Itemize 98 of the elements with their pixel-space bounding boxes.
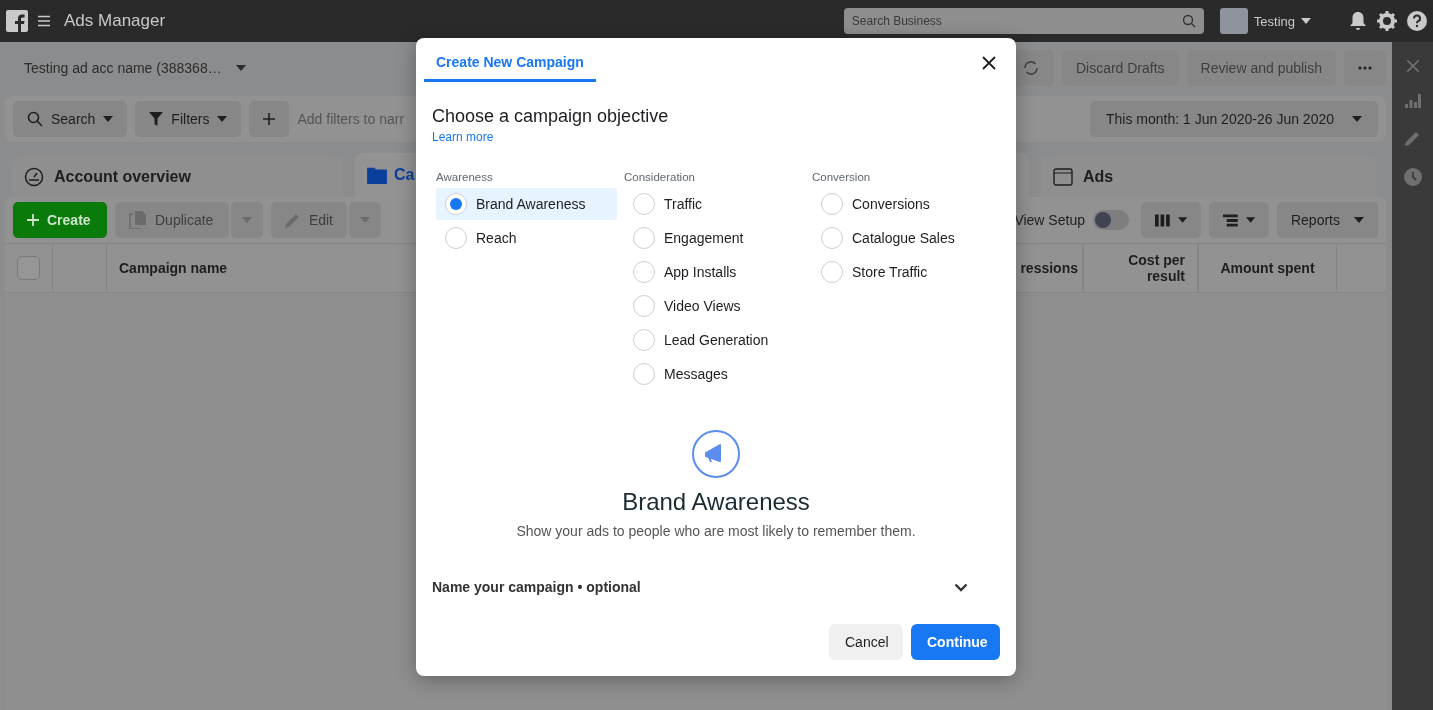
radio-button[interactable] <box>821 227 843 249</box>
breakdown-icon <box>1222 213 1238 227</box>
objective-option[interactable]: Catalogue Sales <box>812 222 993 254</box>
duplicate-button[interactable]: Duplicate <box>115 202 229 238</box>
gauge-icon <box>24 167 44 187</box>
plus-icon <box>263 113 276 125</box>
close-icon[interactable] <box>1406 60 1419 72</box>
column-header[interactable]: ressions <box>1020 260 1078 276</box>
help-icon[interactable] <box>1407 11 1427 31</box>
objective-option[interactable]: Engagement <box>624 222 805 254</box>
dropdown-button[interactable] <box>231 202 263 238</box>
action-button[interactable]: Review and publish <box>1186 50 1336 86</box>
objective-option[interactable]: Reach <box>436 222 617 254</box>
window-icon <box>1053 168 1073 186</box>
caret-icon <box>1354 217 1364 223</box>
bar-chart-icon[interactable] <box>1404 94 1421 108</box>
learn-more-link[interactable]: Learn more <box>432 130 494 144</box>
add-filter-button[interactable] <box>249 101 290 137</box>
search-button[interactable]: Search <box>13 101 128 137</box>
caret-icon <box>360 217 370 223</box>
copy-icon <box>129 211 147 229</box>
settings-icon[interactable] <box>1377 11 1397 31</box>
dropdown-button[interactable] <box>349 202 381 238</box>
radio-button[interactable] <box>445 227 467 249</box>
objective-option[interactable]: Video Views <box>624 290 805 322</box>
dialog-heading: Choose a campaign objective <box>432 106 670 127</box>
cancel-button[interactable]: Cancel <box>829 624 903 660</box>
radio-button[interactable] <box>821 261 843 283</box>
search-field[interactable]: Search Business <box>843 8 1204 34</box>
date-range-button[interactable]: This month: 1 Jun 2020-26 Jun 2020 <box>1089 101 1378 137</box>
group-title: Consideration <box>624 171 696 183</box>
objective-option[interactable]: Brand Awareness <box>436 188 617 220</box>
folder-icon <box>367 166 387 184</box>
column-header[interactable]: Campaign name <box>119 260 228 276</box>
name-campaign-section[interactable]: Name your campaign • optional <box>432 579 968 595</box>
menu-icon[interactable] <box>38 15 50 27</box>
caret-icon <box>235 65 246 71</box>
radio-button[interactable] <box>633 329 655 351</box>
edit-button[interactable]: Edit <box>271 202 347 238</box>
close-button[interactable] <box>982 56 996 70</box>
objective-title: Brand Awareness <box>622 488 810 516</box>
radio-button[interactable] <box>633 193 655 215</box>
view-setup-toggle[interactable] <box>1092 210 1129 230</box>
objective-option[interactable]: App Installs <box>624 256 805 288</box>
caret-icon <box>242 217 252 223</box>
reports-button[interactable]: Reports <box>1276 202 1378 238</box>
column-header[interactable]: Cost per result <box>1096 252 1185 284</box>
objective-description: Show your ads to people who are most likely to remember them. <box>516 523 916 539</box>
objective-option[interactable]: Traffic <box>624 188 805 220</box>
megaphone-icon <box>692 430 740 478</box>
search-icon <box>27 111 43 127</box>
search-icon <box>1181 14 1196 28</box>
columns-button[interactable] <box>1140 202 1201 238</box>
caret-icon <box>217 116 228 122</box>
objective-option[interactable]: Lead Generation <box>624 324 805 356</box>
breakdown-button[interactable] <box>1208 202 1269 238</box>
filter-hint: Add filters to narr <box>297 111 405 127</box>
caret-icon <box>1177 217 1187 223</box>
dialog-tab[interactable]: Create New Campaign <box>424 38 596 82</box>
objective-option[interactable]: Conversions <box>812 188 993 220</box>
columns-icon <box>1154 213 1170 227</box>
filter-icon <box>149 112 164 126</box>
more-button[interactable] <box>1344 50 1386 86</box>
objective-option[interactable]: Messages <box>624 358 805 390</box>
ad-account-selector[interactable]: Testing ad acc name (388368… <box>24 60 222 76</box>
caret-icon <box>1352 116 1362 122</box>
action-button[interactable]: Discard Drafts <box>1061 50 1179 86</box>
pencil-icon <box>285 212 301 228</box>
caret-icon <box>1245 217 1255 223</box>
radio-button[interactable] <box>633 227 655 249</box>
group-title: Conversion <box>812 171 872 183</box>
create-button[interactable]: Create <box>13 202 107 238</box>
radio-button[interactable] <box>633 261 655 283</box>
radio-button[interactable] <box>633 363 655 385</box>
radio-button[interactable] <box>633 295 655 317</box>
logo-icon[interactable] <box>6 10 28 32</box>
select-all-checkbox[interactable] <box>17 256 40 280</box>
radio-button[interactable] <box>821 193 843 215</box>
refresh-icon <box>1021 59 1040 77</box>
filters-button[interactable]: Filters <box>135 101 242 137</box>
caret-icon <box>103 116 114 122</box>
app-title: Ads Manager <box>64 11 166 31</box>
bell-icon[interactable] <box>1349 11 1367 31</box>
caret-icon <box>1301 18 1311 24</box>
view-setup-label: View Setup <box>1014 212 1085 228</box>
pencil-icon[interactable] <box>1404 130 1421 146</box>
clock-icon[interactable] <box>1403 168 1422 186</box>
continue-button[interactable]: Continue <box>911 624 1000 660</box>
tab[interactable]: Account overview <box>12 157 343 197</box>
close-icon <box>982 56 996 70</box>
column-header[interactable]: Amount spent <box>1220 260 1315 276</box>
radio-button[interactable] <box>445 193 467 215</box>
account-menu[interactable]: Testing <box>1253 13 1295 29</box>
tab[interactable]: Ads <box>1041 157 1376 197</box>
objective-option[interactable]: Store Traffic <box>812 256 993 288</box>
more-icon <box>1358 66 1372 70</box>
group-title: Awareness <box>436 171 494 183</box>
plus-icon <box>27 214 39 226</box>
